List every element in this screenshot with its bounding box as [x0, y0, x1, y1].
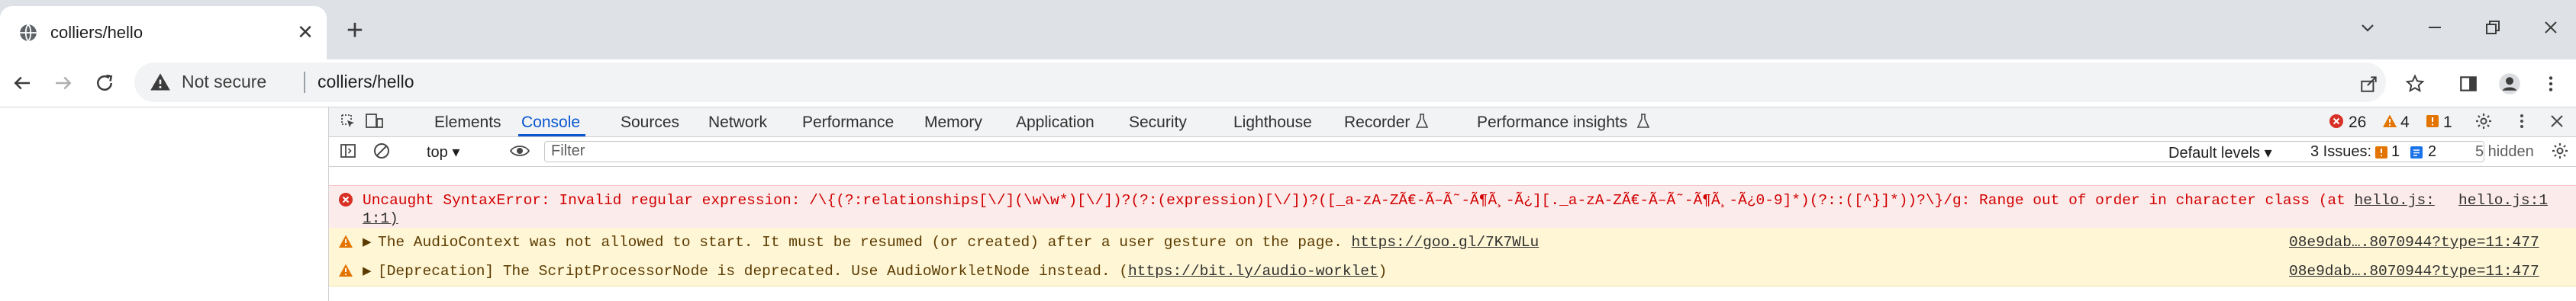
reload-icon[interactable]	[89, 67, 121, 99]
log-levels-dropdown[interactable]: Default levels ▾	[2168, 143, 2272, 162]
expand-triangle-icon[interactable]: ▶	[363, 264, 372, 278]
tab-lighthouse[interactable]: Lighthouse	[1233, 114, 1312, 132]
console-message-warning[interactable]: ▶ [Deprecation] The ScriptProcessorNode …	[329, 257, 2576, 287]
error-count[interactable]: 26	[2349, 114, 2366, 132]
tab-performance[interactable]: Performance	[802, 114, 894, 132]
tab-memory[interactable]: Memory	[924, 114, 982, 132]
issues-flag-icon[interactable]	[2425, 114, 2440, 129]
issue-info-icon[interactable]	[2410, 144, 2423, 159]
forward-arrow-icon[interactable]	[47, 67, 79, 99]
error-message-line1: Uncaught SyntaxError: Invalid regular ex…	[363, 192, 2435, 209]
issue-warning-flag-icon[interactable]	[2374, 144, 2388, 159]
profile-avatar-icon[interactable]	[2494, 69, 2525, 99]
tab-title: colliers/hello	[50, 23, 143, 42]
restore-icon[interactable]	[2470, 9, 2516, 46]
tab-performance-insights[interactable]: Performance insights	[1477, 114, 1627, 132]
clear-console-icon[interactable]	[372, 142, 392, 162]
tab-security[interactable]: Security	[1129, 114, 1187, 132]
console-message-error[interactable]: Uncaught SyntaxError: Invalid regular ex…	[329, 185, 2576, 229]
tab-recorder[interactable]: Recorder	[1344, 114, 1410, 132]
devtools-tab-bar: Elements Console Sources Network Perform…	[329, 107, 2576, 137]
console-message-warning[interactable]: ▶ The AudioContext was not allowed to st…	[329, 228, 2576, 258]
close-devtools-icon[interactable]	[2547, 112, 2567, 132]
devtools-menu-kebab-icon[interactable]	[2512, 112, 2532, 132]
tab-search-chevron-down-icon[interactable]	[2345, 9, 2391, 46]
tab-strip: colliers/hello ✕ +	[0, 0, 2576, 59]
tab-application[interactable]: Application	[1016, 114, 1095, 132]
deprecation-text-suffix: )	[1378, 263, 1388, 280]
error-inline-link[interactable]: hello.js:	[2355, 192, 2435, 209]
warning-source-link[interactable]: 08e9dab….8070944?type=11:477	[2289, 234, 2539, 251]
bookmark-star-icon[interactable]	[2400, 69, 2430, 99]
close-window-icon[interactable]	[2528, 9, 2574, 46]
tab-sources[interactable]: Sources	[621, 114, 679, 132]
globe-icon	[20, 24, 37, 42]
warning-text: The AudioContext was not allowed to star…	[378, 234, 1343, 251]
device-toolbar-icon[interactable]	[364, 112, 384, 132]
error-source-link[interactable]: hello.js:1	[2458, 192, 2548, 209]
address-separator	[304, 72, 305, 93]
url-text[interactable]: colliers/hello	[318, 72, 414, 92]
caret-down-icon: ▾	[2264, 145, 2272, 162]
issues-count[interactable]: 1	[2443, 114, 2452, 132]
warning-message-text: The AudioContext was not allowed to star…	[378, 234, 1539, 251]
deprecation-help-link[interactable]: https://bit.ly/audio-worklet	[1128, 263, 1378, 280]
not-secure-warning-icon[interactable]	[150, 72, 171, 93]
warning-count[interactable]: 4	[2400, 114, 2410, 132]
new-tab-button[interactable]: +	[337, 14, 372, 49]
address-bar[interactable]: Not secure colliers/hello	[134, 62, 2386, 102]
warning-count-icon[interactable]	[2382, 114, 2397, 129]
error-message-text: Uncaught SyntaxError: Invalid regular ex…	[363, 192, 2345, 209]
browser-menu-kebab-icon[interactable]	[2536, 69, 2566, 99]
tab-network[interactable]: Network	[708, 114, 767, 132]
tab-close-button[interactable]: ✕	[293, 20, 318, 44]
issues-info-count[interactable]: 2	[2428, 143, 2436, 161]
context-value: top	[427, 144, 448, 161]
issues-label[interactable]: 3 Issues:	[2310, 143, 2371, 161]
share-icon[interactable]	[2354, 69, 2384, 99]
back-arrow-icon[interactable]	[6, 67, 38, 99]
warning-icon	[339, 264, 353, 277]
browser-tab-active[interactable]: colliers/hello ✕	[0, 6, 327, 59]
browser-toolbar: Not secure colliers/hello	[0, 59, 2576, 107]
context-selector[interactable]: top ▾	[427, 142, 459, 162]
inspect-element-icon[interactable]	[338, 112, 358, 132]
settings-gear-icon[interactable]	[2474, 112, 2494, 132]
sidebar-toggle-icon[interactable]	[338, 142, 358, 162]
deprecation-text-prefix: [Deprecation] The ScriptProcessorNode is…	[378, 263, 1128, 280]
console-settings-gear-icon[interactable]	[2550, 142, 2570, 162]
warning-icon	[339, 235, 353, 248]
log-levels-label: Default levels	[2168, 145, 2261, 162]
deprecation-message-text: [Deprecation] The ScriptProcessorNode is…	[378, 263, 1387, 280]
hidden-count: 5 hidden	[2475, 143, 2534, 160]
flask-icon	[1414, 113, 1430, 130]
security-status-label[interactable]: Not secure	[182, 72, 266, 92]
tab-console[interactable]: Console	[521, 114, 580, 132]
tab-elements[interactable]: Elements	[434, 114, 501, 132]
flask-icon	[1636, 113, 1651, 130]
minimize-icon[interactable]	[2412, 9, 2458, 46]
side-panel-icon[interactable]	[2453, 69, 2484, 99]
live-expression-eye-icon[interactable]	[509, 142, 530, 162]
expand-triangle-icon[interactable]: ▶	[363, 235, 372, 249]
issues-warning-count[interactable]: 1	[2391, 143, 2400, 161]
error-icon	[339, 193, 353, 207]
warning-help-link[interactable]: https://goo.gl/7K7WLu	[1352, 234, 1539, 251]
deprecation-source-link[interactable]: 08e9dab….8070944?type=11:477	[2289, 263, 2539, 280]
devtools-panel: Elements Console Sources Network Perform…	[328, 107, 2576, 301]
error-message-line2[interactable]: 1:1)	[363, 210, 398, 227]
caret-down-icon: ▾	[452, 144, 460, 161]
active-tab-indicator	[518, 134, 585, 136]
console-filter-bar: top ▾ Default levels ▾ 3 Issues: 1 2 5 h…	[329, 137, 2576, 167]
error-count-icon[interactable]	[2329, 114, 2344, 129]
